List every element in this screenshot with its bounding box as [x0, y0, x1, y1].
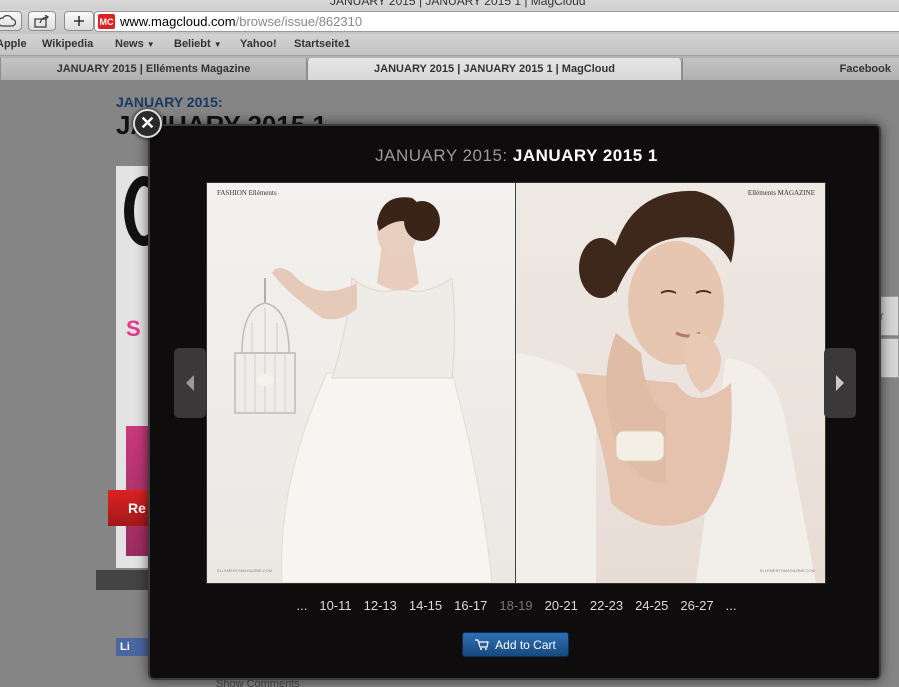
cover-stand	[96, 570, 156, 590]
window-title: JANUARY 2015 | JANUARY 2015 1 | MagCloud	[330, 0, 586, 8]
bookmarks-bar: Apple Wikipedia News▼ Beliebt▼ Yahoo! St…	[0, 34, 899, 56]
plus-icon	[74, 16, 84, 26]
chevron-down-icon: ▼	[146, 40, 155, 49]
add-to-cart-button[interactable]: Add to Cart	[462, 632, 569, 657]
cart-icon	[475, 639, 489, 650]
chevron-down-icon: ▼	[213, 40, 222, 49]
new-tab-button[interactable]	[64, 11, 94, 31]
pager-16-17[interactable]: 16-17	[448, 598, 493, 613]
magazine-spread: FASHION Elléments ELLEMENTSMAGAZINE.COM …	[206, 182, 826, 584]
right-page-image: Elléments MAGAZINE ELLEMENTSMAGAZINE.COM	[516, 183, 825, 583]
pager-18-19-current: 18-19	[499, 598, 533, 613]
close-modal-button[interactable]: ✕	[133, 109, 162, 138]
pager-10-11[interactable]: 10-11	[313, 598, 357, 613]
page-subtitle: JANUARY 2015:	[116, 94, 223, 110]
tab-ellements[interactable]: JANUARY 2015 | Elléments Magazine	[0, 58, 307, 80]
previous-page-button[interactable]	[174, 348, 206, 418]
pager-12-13[interactable]: 12-13	[358, 598, 403, 613]
bookmark-beliebt[interactable]: Beliebt ▼	[174, 38, 222, 50]
share-icon	[34, 14, 50, 28]
bookmark-news[interactable]: News ▼	[115, 38, 155, 50]
address-bar[interactable]: MC www.magcloud.com/browse/issue/862310	[94, 11, 899, 32]
bride-portrait-photo	[516, 190, 816, 583]
cloud-icon	[0, 15, 16, 27]
next-page-button[interactable]	[824, 348, 856, 418]
window-titlebar: JANUARY 2015 | JANUARY 2015 1 | MagCloud	[0, 0, 899, 10]
share-button[interactable]	[28, 11, 56, 31]
page-navigator: ... 10-11 12-13 14-15 16-17 18-19 20-21 …	[150, 598, 883, 613]
bookmark-apple[interactable]: Apple	[0, 38, 27, 50]
icloud-tabs-button[interactable]	[0, 11, 22, 31]
pager-14-15[interactable]: 14-15	[403, 598, 448, 613]
pager-24-25[interactable]: 24-25	[629, 598, 674, 613]
left-page-footer: ELLEMENTSMAGAZINE.COM	[217, 568, 273, 573]
chevron-right-icon	[836, 375, 844, 391]
tab-bar: JANUARY 2015 | Elléments Magazine JANUAR…	[0, 56, 899, 80]
bookmark-wikipedia[interactable]: Wikipedia	[42, 38, 93, 50]
tab-magcloud[interactable]: JANUARY 2015 | JANUARY 2015 1 | MagCloud	[307, 58, 682, 80]
pager-26-27[interactable]: 26-27	[674, 598, 719, 613]
chevron-left-icon	[186, 375, 194, 391]
right-page-footer: ELLEMENTSMAGAZINE.COM	[759, 568, 815, 573]
pager-20-21[interactable]: 20-21	[539, 598, 584, 613]
site-favicon: MC	[98, 14, 115, 29]
bookmark-startseite1[interactable]: Startseite1	[294, 38, 350, 50]
left-page-image: FASHION Elléments ELLEMENTSMAGAZINE.COM	[207, 183, 516, 583]
url-text[interactable]: www.magcloud.com/browse/issue/862310	[120, 14, 362, 29]
bride-with-birdcage-photo	[234, 197, 493, 583]
pager-ellipsis-end[interactable]: ...	[720, 598, 743, 613]
preview-modal: JANUARY 2015: JANUARY 2015 1 FASHION Ell…	[148, 124, 881, 680]
bookmark-yahoo[interactable]: Yahoo!	[240, 38, 277, 50]
browser-toolbar: MC www.magcloud.com/browse/issue/862310	[0, 10, 899, 34]
add-to-cart-label: Add to Cart	[495, 637, 556, 652]
pager-ellipsis-start[interactable]: ...	[291, 598, 314, 613]
modal-title: JANUARY 2015: JANUARY 2015 1	[375, 146, 658, 165]
close-icon: ✕	[139, 113, 156, 133]
pager-22-23[interactable]: 22-23	[584, 598, 629, 613]
tab-facebook[interactable]: Facebook	[682, 58, 899, 80]
